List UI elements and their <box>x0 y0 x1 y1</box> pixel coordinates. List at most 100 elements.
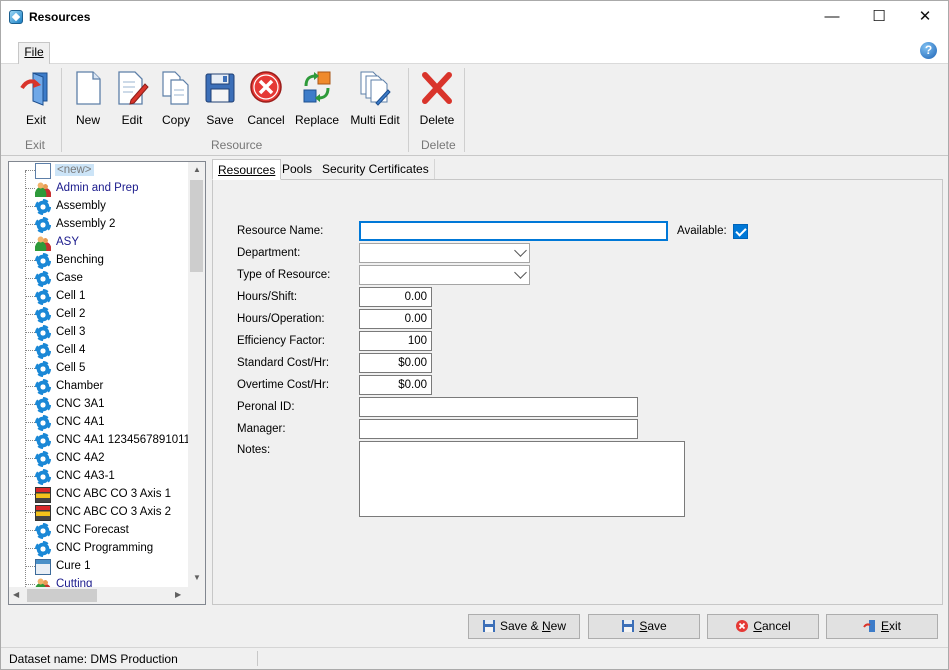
resource-tree[interactable]: <new> Admin and Prep Assembly Assembly 2 ASY… <box>8 161 206 605</box>
efficiency-factor-input[interactable]: 100 <box>359 331 432 351</box>
tree-item[interactable]: CNC 4A1 <box>9 414 189 432</box>
floppy-disk-icon <box>482 620 495 632</box>
exit-button[interactable]: Exit <box>826 614 938 639</box>
gear-icon <box>35 271 51 287</box>
window-title: Resources <box>29 10 91 24</box>
ribbon-copy-label: Copy <box>161 113 190 127</box>
ribbon-replace-button[interactable]: Replace <box>292 68 342 128</box>
maximize-button[interactable]: ☐ <box>856 1 902 33</box>
new-document-icon <box>76 71 101 105</box>
manager-input[interactable] <box>359 419 638 439</box>
type-of-resource-label: Type of Resource: <box>237 269 331 281</box>
tree-item[interactable]: CNC Programming <box>9 540 189 558</box>
scroll-down-arrow-icon[interactable]: ▼ <box>193 573 201 582</box>
tree-item[interactable]: CNC ABC CO 3 Axis 1 <box>9 486 189 504</box>
tree-item-label: Admin and Prep <box>56 182 139 194</box>
notes-textarea[interactable] <box>359 441 685 517</box>
file-menu-tab[interactable]: File <box>18 42 50 64</box>
ribbon-separator <box>464 68 465 152</box>
tree-connector <box>25 512 35 513</box>
ribbon-save-button[interactable]: Save <box>200 68 240 128</box>
tree-item[interactable]: Assembly 2 <box>9 216 189 234</box>
gear-icon <box>35 199 51 215</box>
tree-item[interactable]: Admin and Prep <box>9 180 189 198</box>
tree-item[interactable]: Cell 3 <box>9 324 189 342</box>
tree-item[interactable]: CNC 3A1 <box>9 396 189 414</box>
menu-strip: File ? <box>1 34 948 64</box>
tree-connector <box>25 170 35 171</box>
ribbon-cancel-button[interactable]: Cancel <box>244 68 288 128</box>
minimize-button[interactable]: — <box>809 1 855 33</box>
save-button[interactable]: Save <box>588 614 700 639</box>
tree-item[interactable]: CNC Forecast <box>9 522 189 540</box>
ribbon-new-button[interactable]: New <box>68 68 108 128</box>
help-icon[interactable]: ? <box>920 42 937 59</box>
tree-item[interactable]: Cutting <box>9 576 189 587</box>
ribbon-delete-button[interactable]: Delete <box>415 68 459 128</box>
tree-item-label: CNC ABC CO 3 Axis 2 <box>56 506 172 518</box>
tree-horizontal-scrollbar[interactable]: ◀ ▶ <box>9 587 189 604</box>
tree-item-label: CNC 4A3-1 <box>56 470 115 482</box>
tree-connector <box>25 494 35 495</box>
exit-label-c: xit <box>889 619 901 633</box>
tree-item[interactable]: Case <box>9 270 189 288</box>
tree-item[interactable]: Chamber <box>9 378 189 396</box>
tree-item[interactable]: CNC 4A1 12345678910111 <box>9 432 189 450</box>
tree-item[interactable]: Benching <box>9 252 189 270</box>
overtime-cost-label: Overtime Cost/Hr: <box>237 379 330 391</box>
overtime-cost-input[interactable]: $0.00 <box>359 375 432 395</box>
tree-connector <box>25 206 35 207</box>
tree-connector <box>25 566 35 567</box>
tree-item[interactable]: CNC ABC CO 3 Axis 2 <box>9 504 189 522</box>
hours-shift-input[interactable]: 0.00 <box>359 287 432 307</box>
exit-door-icon <box>20 72 48 106</box>
tree-item-label: Case <box>56 272 83 284</box>
tree-item[interactable]: Cell 5 <box>9 360 189 378</box>
scroll-left-arrow-icon[interactable]: ◀ <box>13 590 19 599</box>
gear-icon <box>35 325 51 341</box>
tree-item[interactable]: Cell 4 <box>9 342 189 360</box>
resource-name-label: Resource Name: <box>237 225 324 237</box>
tree-item[interactable]: Cell 2 <box>9 306 189 324</box>
type-of-resource-dropdown[interactable] <box>359 265 530 285</box>
tree-vertical-scroll-thumb[interactable] <box>190 180 203 272</box>
tree-item[interactable]: Cell 1 <box>9 288 189 306</box>
tree-item[interactable]: CNC 4A2 <box>9 450 189 468</box>
personal-id-input[interactable] <box>359 397 638 417</box>
tab-resources[interactable]: Resources <box>212 159 282 180</box>
scroll-right-arrow-icon[interactable]: ▶ <box>175 590 181 599</box>
ribbon-exit-button[interactable]: Exit <box>15 68 57 128</box>
tree-item[interactable]: Assembly <box>9 198 189 216</box>
gear-icon <box>35 289 51 305</box>
save-and-new-button[interactable]: Save & New <box>468 614 580 639</box>
standard-cost-input[interactable]: $0.00 <box>359 353 432 373</box>
tree-item[interactable]: <new> <box>9 162 189 180</box>
gear-icon <box>35 343 51 359</box>
tree-connector <box>25 584 35 585</box>
ribbon-multi-edit-button[interactable]: Multi Edit <box>346 68 404 128</box>
close-button[interactable]: ✕ <box>902 1 948 33</box>
tree-item[interactable]: ASY <box>9 234 189 252</box>
hours-operation-input[interactable]: 0.00 <box>359 309 432 329</box>
tree-connector <box>25 422 35 423</box>
scroll-up-arrow-icon[interactable]: ▲ <box>193 165 201 174</box>
ribbon-edit-button[interactable]: Edit <box>112 68 152 128</box>
tree-connector <box>25 440 35 441</box>
department-dropdown[interactable] <box>359 243 530 263</box>
tree-item[interactable]: Cure 1 <box>9 558 189 576</box>
gear-icon <box>35 523 51 539</box>
resource-tree-items: <new> Admin and Prep Assembly Assembly 2 ASY… <box>9 162 189 587</box>
cancel-button[interactable]: Cancel <box>707 614 819 639</box>
tab-pools[interactable]: Pools <box>277 159 319 180</box>
tree-horizontal-scroll-thumb[interactable] <box>27 589 97 602</box>
exit-door-icon <box>863 620 875 632</box>
available-checkbox[interactable] <box>733 224 748 239</box>
ribbon-copy-button[interactable]: Copy <box>156 68 196 128</box>
tree-item[interactable]: CNC 4A3-1 <box>9 468 189 486</box>
tab-security-certificates[interactable]: Security Certificates <box>317 159 435 180</box>
tree-vertical-scrollbar[interactable]: ▲ ▼ <box>188 162 205 587</box>
gear-icon <box>35 469 51 485</box>
save-new-label-c: ew <box>550 619 567 633</box>
tree-item-label: Chamber <box>56 380 104 392</box>
resource-name-input[interactable] <box>359 221 668 241</box>
